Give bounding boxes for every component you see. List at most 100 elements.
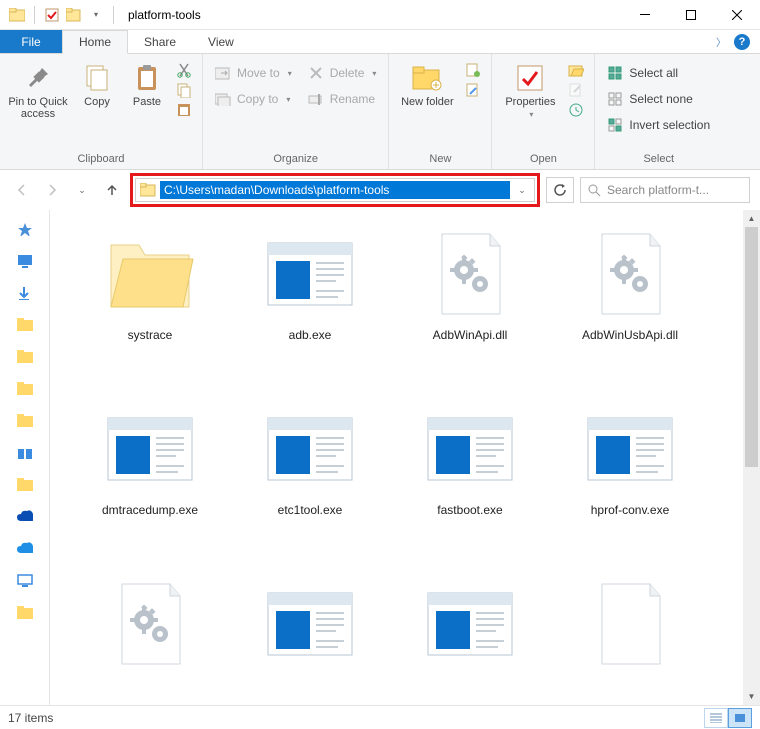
group-clipboard: Pin to Quick access Copy Paste Clipboard <box>0 54 203 169</box>
address-path[interactable]: C:\Users\madan\Downloads\platform-tools <box>160 181 510 199</box>
copy-to-button[interactable]: Copy to▾ <box>211 88 296 110</box>
back-button[interactable] <box>10 178 34 202</box>
file-item[interactable]: adb.exe <box>230 226 390 401</box>
file-tab[interactable]: File <box>0 30 62 53</box>
move-to-button[interactable]: Move to▾ <box>211 62 296 84</box>
file-item[interactable] <box>550 576 710 705</box>
search-box[interactable]: Search platform-t... <box>580 177 750 203</box>
file-item[interactable]: AdbWinApi.dll <box>390 226 550 401</box>
open-icon[interactable] <box>568 62 584 78</box>
scroll-down-button[interactable]: ▼ <box>743 688 760 705</box>
scrollbar-thumb[interactable] <box>745 227 758 467</box>
select-all-icon <box>607 65 623 81</box>
maximize-button[interactable] <box>668 0 714 30</box>
qat-properties-icon[interactable] <box>41 4 63 26</box>
nav-folder-icon-6[interactable] <box>17 606 33 620</box>
new-folder-button[interactable]: New folder <box>397 58 457 108</box>
view-tab[interactable]: View <box>192 30 250 53</box>
navigation-pane[interactable] <box>0 210 50 705</box>
file-item[interactable] <box>70 576 230 705</box>
copy-path-icon[interactable] <box>176 82 192 98</box>
file-thumbnail-icon <box>102 576 198 672</box>
vertical-scrollbar[interactable]: ▲ ▼ <box>743 210 760 705</box>
invert-selection-button[interactable]: Invert selection <box>603 114 714 136</box>
nav-downloads-icon[interactable] <box>17 286 33 300</box>
qat-dropdown-icon[interactable]: ▾ <box>85 4 107 26</box>
collapse-ribbon-icon[interactable]: 〉 <box>716 34 726 49</box>
properties-button[interactable]: Properties ▾ <box>500 58 560 119</box>
delete-button[interactable]: Delete▾ <box>304 62 381 84</box>
select-none-button[interactable]: Select none <box>603 88 714 110</box>
nav-onedrive-icon-2[interactable] <box>17 542 33 556</box>
new-item-icon[interactable] <box>465 62 481 78</box>
easy-access-icon[interactable] <box>465 82 481 98</box>
details-view-button[interactable] <box>704 708 728 728</box>
file-item[interactable]: fastboot.exe <box>390 401 550 576</box>
file-item[interactable] <box>230 576 390 705</box>
nav-onedrive-icon[interactable] <box>17 510 33 524</box>
icons-view-button[interactable] <box>728 708 752 728</box>
file-name: dmtracedump.exe <box>102 503 198 519</box>
copy-button[interactable]: Copy <box>76 58 118 108</box>
nav-folder-icon-4[interactable] <box>17 414 33 428</box>
file-item[interactable]: systrace <box>70 226 230 401</box>
share-tab[interactable]: Share <box>128 30 192 53</box>
copy-to-icon <box>215 91 231 107</box>
rename-icon <box>308 91 324 107</box>
recent-dropdown-button[interactable]: ⌄ <box>70 178 94 202</box>
paste-button[interactable]: Paste <box>126 58 168 108</box>
pin-quick-access-button[interactable]: Pin to Quick access <box>8 58 68 120</box>
address-bar[interactable]: C:\Users\madan\Downloads\platform-tools … <box>135 178 535 202</box>
address-folder-icon <box>136 183 160 197</box>
move-to-icon <box>215 65 231 81</box>
up-button[interactable] <box>100 178 124 202</box>
nav-desktop-icon[interactable] <box>17 254 33 268</box>
close-button[interactable] <box>714 0 760 30</box>
nav-folder-icon-1[interactable] <box>17 318 33 332</box>
file-grid[interactable]: systraceadb.exe AdbWinApi.dll AdbWinUsbApi… <box>50 210 743 705</box>
file-item[interactable]: AdbWinUsbApi.dll <box>550 226 710 401</box>
minimize-button[interactable] <box>622 0 668 30</box>
scroll-up-button[interactable]: ▲ <box>743 210 760 227</box>
quick-access-toolbar: ▾ <box>6 4 107 26</box>
file-thumbnail-icon <box>102 401 198 497</box>
file-thumbnail-icon <box>582 401 678 497</box>
group-organize: Move to▾ Copy to▾ Delete▾ Rename Organiz… <box>203 54 389 169</box>
forward-button[interactable] <box>40 178 64 202</box>
nav-quick-access-icon[interactable] <box>17 222 33 236</box>
file-name: etc1tool.exe <box>278 503 343 519</box>
file-item[interactable] <box>390 576 550 705</box>
file-thumbnail-icon <box>582 576 678 672</box>
history-icon[interactable] <box>568 102 584 118</box>
cut-icon[interactable] <box>176 62 192 78</box>
home-tab[interactable]: Home <box>62 30 128 54</box>
address-dropdown-icon[interactable]: ⌄ <box>510 185 534 196</box>
file-thumbnail-icon <box>582 226 678 322</box>
window-title: platform-tools <box>128 8 201 22</box>
qat-newfolder-icon[interactable] <box>63 4 85 26</box>
file-name: AdbWinApi.dll <box>433 328 508 344</box>
file-thumbnail-icon <box>262 576 358 672</box>
edit-icon[interactable] <box>568 82 584 98</box>
rename-button[interactable]: Rename <box>304 88 381 110</box>
file-thumbnail-icon <box>422 401 518 497</box>
paste-shortcut-icon[interactable] <box>176 102 192 118</box>
nav-folder-icon-3[interactable] <box>17 382 33 396</box>
delete-icon <box>308 65 324 81</box>
nav-thispc-icon[interactable] <box>17 446 33 460</box>
copy-icon <box>81 62 113 94</box>
file-item[interactable]: etc1tool.exe <box>230 401 390 576</box>
file-item[interactable]: hprof-conv.exe <box>550 401 710 576</box>
nav-folder-icon-2[interactable] <box>17 350 33 364</box>
refresh-button[interactable] <box>546 177 574 203</box>
item-count: 17 items <box>8 711 53 725</box>
file-name: AdbWinUsbApi.dll <box>582 328 678 344</box>
file-thumbnail-icon <box>262 226 358 322</box>
help-icon[interactable]: ? <box>734 34 750 50</box>
nav-monitor-icon[interactable] <box>17 574 33 588</box>
nav-folder-icon-5[interactable] <box>17 478 33 492</box>
file-thumbnail-icon <box>422 226 518 322</box>
invert-selection-icon <box>607 117 623 133</box>
file-item[interactable]: dmtracedump.exe <box>70 401 230 576</box>
select-all-button[interactable]: Select all <box>603 62 714 84</box>
